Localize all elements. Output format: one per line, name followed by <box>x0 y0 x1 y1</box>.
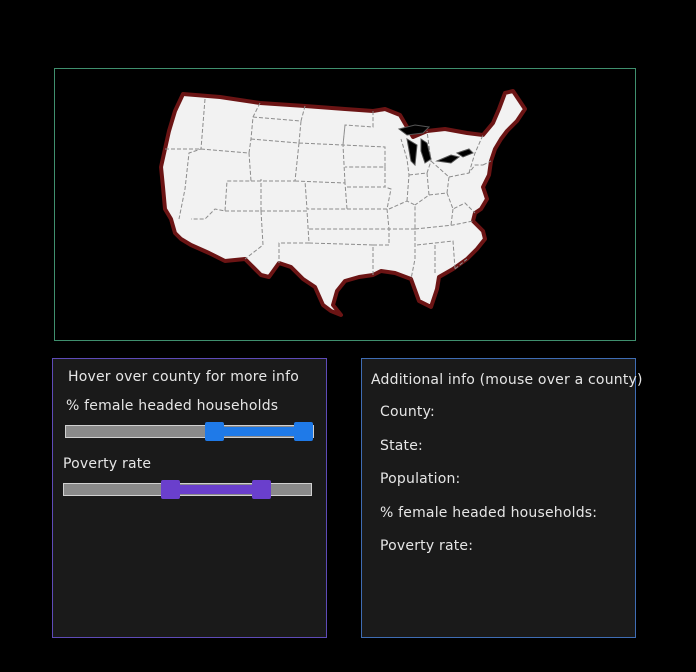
population-label: Population: <box>380 471 461 487</box>
info-panel-title: Additional info (mouse over a county) <box>371 372 643 388</box>
female-households-slider-range <box>214 427 304 436</box>
filter-panel-title: Hover over county for more info <box>68 369 299 385</box>
female-households-slider[interactable] <box>65 422 314 441</box>
poverty-rate-min-handle[interactable] <box>160 480 180 499</box>
female-households-label: % female headed households <box>66 398 279 414</box>
poverty-rate-max-handle[interactable] <box>252 480 272 499</box>
female-households-min-handle[interactable] <box>204 422 224 441</box>
info-panel: Additional info (mouse over a county) Co… <box>361 358 642 638</box>
us-county-map[interactable] <box>54 68 636 341</box>
us-map-svg[interactable] <box>55 69 637 342</box>
poverty-rate-info-label: Poverty rate: <box>380 538 474 554</box>
female-households-info-label: % female headed households: <box>380 505 598 521</box>
county-label: County: <box>380 404 435 420</box>
poverty-rate-slider-range <box>170 485 262 494</box>
poverty-rate-label: Poverty rate <box>63 456 152 472</box>
female-households-max-handle[interactable] <box>293 422 313 441</box>
us-outline[interactable] <box>159 89 527 317</box>
state-label: State: <box>380 438 423 454</box>
poverty-rate-slider[interactable] <box>63 480 312 499</box>
filter-panel: Hover over county for more info % female… <box>52 358 327 638</box>
